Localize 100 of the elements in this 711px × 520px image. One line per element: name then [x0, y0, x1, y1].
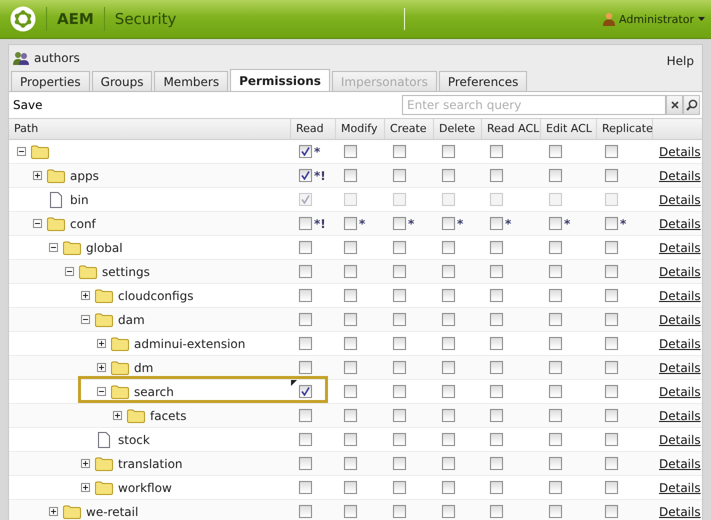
checkbox[interactable] [442, 241, 455, 254]
checkbox[interactable] [393, 361, 406, 374]
checkbox[interactable] [393, 481, 406, 494]
checkbox[interactable] [605, 169, 618, 182]
checkbox[interactable] [549, 337, 562, 350]
details-link[interactable]: Details [659, 216, 701, 230]
column-header[interactable]: Modify [336, 119, 385, 139]
collapse-icon[interactable] [81, 315, 90, 324]
checkbox[interactable] [442, 409, 455, 422]
column-header[interactable]: Edit ACL [541, 119, 597, 139]
checkbox[interactable] [490, 169, 503, 182]
node-name[interactable]: stock [118, 432, 150, 446]
checkbox[interactable] [549, 169, 562, 182]
expand-icon[interactable] [113, 411, 122, 420]
checkbox[interactable] [393, 145, 406, 158]
checkbox[interactable] [549, 313, 562, 326]
checkbox[interactable] [442, 217, 455, 230]
checkbox[interactable] [490, 481, 503, 494]
checkbox[interactable] [442, 337, 455, 350]
checkbox[interactable] [442, 289, 455, 302]
expand-icon[interactable] [81, 459, 90, 468]
checkbox[interactable] [393, 241, 406, 254]
checkbox[interactable] [393, 313, 406, 326]
checkbox[interactable] [393, 217, 406, 230]
checkbox[interactable] [490, 385, 503, 398]
details-link[interactable]: Details [659, 168, 701, 182]
checkbox[interactable] [605, 409, 618, 422]
checkbox[interactable] [490, 361, 503, 374]
node-name[interactable]: translation [118, 456, 183, 470]
checkbox[interactable] [299, 169, 312, 182]
expand-icon[interactable] [97, 339, 106, 348]
checkbox[interactable] [549, 145, 562, 158]
checkbox[interactable] [605, 337, 618, 350]
expand-icon[interactable] [49, 507, 58, 516]
column-header[interactable]: Path [9, 119, 291, 139]
details-link[interactable]: Details [659, 144, 701, 158]
clear-button[interactable] [666, 95, 683, 115]
node-name[interactable]: workflow [118, 480, 172, 494]
checkbox[interactable] [299, 241, 312, 254]
checkbox[interactable] [299, 313, 312, 326]
expand-icon[interactable] [97, 363, 106, 372]
details-link[interactable]: Details [659, 360, 701, 374]
checkbox[interactable] [344, 409, 357, 422]
collapse-icon[interactable] [49, 243, 58, 252]
expand-icon[interactable] [81, 291, 90, 300]
checkbox[interactable] [393, 457, 406, 470]
checkbox[interactable] [344, 337, 357, 350]
collapse-icon[interactable] [65, 267, 74, 276]
node-name[interactable]: search [134, 384, 174, 398]
collapse-icon[interactable] [97, 387, 106, 396]
checkbox[interactable] [605, 217, 618, 230]
checkbox[interactable] [549, 409, 562, 422]
checkbox[interactable] [344, 313, 357, 326]
checkbox[interactable] [299, 409, 312, 422]
details-link[interactable]: Details [659, 288, 701, 302]
checkbox[interactable] [299, 265, 312, 278]
checkbox[interactable] [490, 265, 503, 278]
checkbox[interactable] [490, 241, 503, 254]
checkbox[interactable] [490, 289, 503, 302]
checkbox[interactable] [299, 361, 312, 374]
column-header[interactable]: Create [385, 119, 434, 139]
checkbox[interactable] [490, 457, 503, 470]
checkbox[interactable] [549, 241, 562, 254]
checkbox[interactable] [344, 265, 357, 278]
search-button[interactable] [683, 95, 700, 115]
details-link[interactable]: Details [659, 456, 701, 470]
checkbox[interactable] [605, 289, 618, 302]
checkbox[interactable] [299, 385, 312, 398]
checkbox[interactable] [344, 217, 357, 230]
details-link[interactable]: Details [659, 336, 701, 350]
save-button[interactable]: Save [13, 98, 42, 112]
checkbox[interactable] [442, 457, 455, 470]
details-link[interactable]: Details [659, 432, 701, 446]
checkbox[interactable] [344, 457, 357, 470]
checkbox[interactable] [442, 169, 455, 182]
checkbox[interactable] [549, 433, 562, 446]
node-name[interactable]: adminui-extension [134, 336, 246, 350]
checkbox[interactable] [605, 481, 618, 494]
checkbox[interactable] [605, 265, 618, 278]
checkbox[interactable] [549, 265, 562, 278]
checkbox[interactable] [299, 217, 312, 230]
user-menu[interactable]: Administrator [603, 12, 705, 26]
checkbox[interactable] [442, 265, 455, 278]
checkbox[interactable] [344, 289, 357, 302]
details-link[interactable]: Details [659, 480, 701, 494]
checkbox[interactable] [442, 433, 455, 446]
checkbox[interactable] [442, 505, 455, 518]
node-name[interactable]: cloudconfigs [118, 288, 194, 302]
node-name[interactable]: conf [70, 216, 96, 230]
details-link[interactable]: Details [659, 384, 701, 398]
checkbox[interactable] [549, 217, 562, 230]
checkbox[interactable] [490, 433, 503, 446]
checkbox[interactable] [344, 433, 357, 446]
expand-icon[interactable] [33, 171, 42, 180]
checkbox[interactable] [549, 505, 562, 518]
details-link[interactable]: Details [659, 264, 701, 278]
checkbox[interactable] [549, 481, 562, 494]
help-link[interactable]: Help [666, 54, 694, 68]
checkbox[interactable] [605, 361, 618, 374]
collapse-icon[interactable] [33, 219, 42, 228]
